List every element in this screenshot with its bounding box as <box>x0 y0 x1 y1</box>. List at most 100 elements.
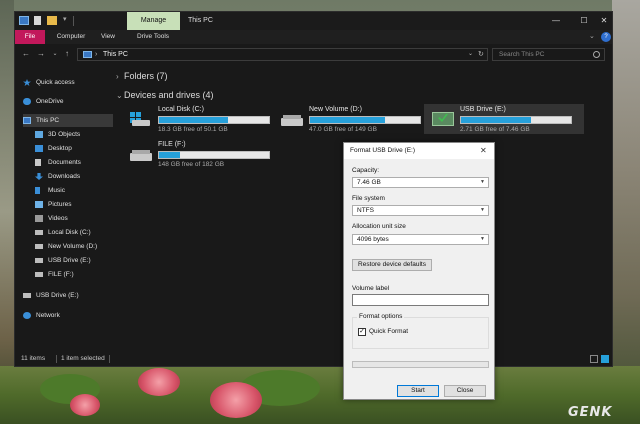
ribbon: File Computer View Drive Tools ⌄ ? <box>15 30 612 44</box>
breadcrumb[interactable]: This PC <box>103 49 128 60</box>
drive-icon <box>35 230 43 235</box>
star-icon <box>23 79 31 86</box>
tab-view[interactable]: View <box>97 30 119 44</box>
search-input[interactable]: Search This PC <box>492 48 605 61</box>
sidebar-item-quick-access[interactable]: Quick access <box>23 76 113 89</box>
tab-computer[interactable]: Computer <box>53 30 89 44</box>
allocation-unit-label: Allocation unit size <box>352 223 406 230</box>
back-arrow-icon[interactable]: ← <box>21 48 31 60</box>
new-folder-icon[interactable] <box>47 16 57 25</box>
drive-tile-d[interactable]: New Volume (D:) 47.0 GB free of 149 GB <box>273 104 423 134</box>
start-button[interactable]: Start <box>397 385 439 397</box>
sidebar-item-label: OneDrive <box>36 98 64 105</box>
sidebar-item-file-f[interactable]: FILE (F:) <box>35 268 113 281</box>
sidebar-item-downloads[interactable]: Downloads <box>35 170 113 183</box>
tab-drive-tools[interactable]: Drive Tools <box>131 30 175 44</box>
quick-format-checkbox[interactable]: ✓ <box>358 328 366 336</box>
window-title: This PC <box>188 17 213 24</box>
allocation-unit-select[interactable]: 4096 bytes ▼ <box>352 234 489 245</box>
forward-arrow-icon[interactable]: → <box>36 48 46 60</box>
file-explorer-window: ▾ Manage This PC — ☐ ✕ File Computer Vie… <box>14 11 613 367</box>
format-options-title: Format options <box>357 313 405 320</box>
close-button[interactable]: Close <box>444 385 486 397</box>
sidebar-item-new-volume-d[interactable]: New Volume (D:) <box>35 240 113 253</box>
drive-tile-e[interactable]: USB Drive (E:) 2.71 GB free of 7.46 GB <box>424 104 584 134</box>
volume-label-field[interactable] <box>352 294 489 306</box>
sidebar-item-music[interactable]: Music <box>35 184 113 197</box>
title-bar: ▾ Manage This PC — ☐ ✕ <box>15 12 612 30</box>
sidebar-item-local-disk-c[interactable]: Local Disk (C:) <box>35 226 113 239</box>
help-icon[interactable]: ? <box>601 32 611 42</box>
drive-tile-c[interactable]: Local Disk (C:) 18.3 GB free of 50.1 GB <box>122 104 272 134</box>
drive-free-space: 47.0 GB free of 149 GB <box>309 126 377 133</box>
minimize-button[interactable]: — <box>542 12 570 30</box>
sidebar-item-pictures[interactable]: Pictures <box>35 198 113 211</box>
sidebar-item-label: Local Disk (C:) <box>48 229 91 236</box>
breadcrumb-chevron-icon[interactable]: › <box>95 49 97 60</box>
tab-file[interactable]: File <box>15 30 45 44</box>
sidebar-item-label: Quick access <box>36 79 75 86</box>
sidebar-item-videos[interactable]: Videos <box>35 212 113 225</box>
sidebar-item-usb-drive-e[interactable]: USB Drive (E:) <box>35 254 113 267</box>
expand-ribbon-icon[interactable]: ⌄ <box>589 32 595 40</box>
drive-usage-fill <box>159 152 180 158</box>
desktop-background-right <box>612 0 640 424</box>
chevron-down-icon[interactable]: ⌄ <box>116 91 123 100</box>
sidebar-item-this-pc[interactable]: This PC <box>23 114 113 127</box>
sidebar-item-label: Pictures <box>48 201 72 208</box>
hard-drive-icon <box>281 112 303 126</box>
format-progress-bar <box>352 361 489 368</box>
drive-name: FILE (F:) <box>158 141 186 148</box>
up-arrow-icon[interactable]: ↑ <box>62 48 72 60</box>
file-system-label: File system <box>352 195 385 202</box>
sidebar-item-label: This PC <box>36 117 60 124</box>
group-header-folders[interactable]: Folders (7) <box>124 71 168 81</box>
close-button[interactable]: ✕ <box>590 12 618 30</box>
quick-format-label[interactable]: Quick Format <box>369 328 408 335</box>
quick-access-toolbar-dropdown[interactable]: ▾ <box>63 15 67 23</box>
properties-icon[interactable] <box>34 16 41 25</box>
chevron-down-icon[interactable]: ⌄ <box>468 49 473 60</box>
chevron-right-icon[interactable]: › <box>116 72 119 81</box>
large-icons-view-icon[interactable] <box>601 355 609 363</box>
sidebar-item-3d-objects[interactable]: 3D Objects <box>35 128 113 141</box>
pictures-icon <box>35 201 43 208</box>
status-bar: 11 items 1 item selected <box>15 352 612 366</box>
usb-drive-icon <box>35 258 43 263</box>
sidebar-item-usb-drive-e-root[interactable]: USB Drive (E:) <box>23 289 113 302</box>
dialog-title-bar: Format USB Drive (E:) ✕ <box>344 143 494 159</box>
drive-name: USB Drive (E:) <box>460 106 506 113</box>
drive-tile-f[interactable]: FILE (F:) 148 GB free of 182 GB <box>122 139 272 169</box>
drive-usage-bar <box>460 116 572 124</box>
volume-label-label: Volume label <box>352 285 390 292</box>
divider <box>73 16 74 26</box>
file-system-select[interactable]: NTFS ▼ <box>352 205 489 216</box>
sidebar-item-onedrive[interactable]: OneDrive <box>23 95 113 108</box>
refresh-icon[interactable]: ↻ <box>478 49 484 60</box>
file-system-value: NTFS <box>357 207 374 214</box>
documents-icon <box>35 159 41 166</box>
address-bar[interactable]: › This PC ⌄ ↻ <box>77 48 488 61</box>
details-view-icon[interactable] <box>590 355 598 363</box>
sidebar-item-desktop[interactable]: Desktop <box>35 142 113 155</box>
drive-name: New Volume (D:) <box>309 106 362 113</box>
close-icon[interactable]: ✕ <box>480 143 487 159</box>
tab-manage[interactable]: Manage <box>127 12 180 30</box>
sidebar-item-documents[interactable]: Documents <box>35 156 113 169</box>
recent-locations-icon[interactable]: ⌄ <box>50 48 60 60</box>
drive-usage-fill <box>461 117 532 123</box>
watermark-logo: GENK <box>568 405 613 420</box>
restore-defaults-button[interactable]: Restore device defaults <box>352 259 432 271</box>
flower <box>210 382 262 418</box>
usb-drive-icon <box>432 112 454 126</box>
desktop-icon <box>35 145 43 152</box>
drive-free-space: 148 GB free of 182 GB <box>158 161 225 168</box>
cloud-icon <box>23 98 31 105</box>
group-header-devices[interactable]: Devices and drives (4) <box>124 90 214 100</box>
capacity-select[interactable]: 7.46 GB ▼ <box>352 177 489 188</box>
sidebar-item-network[interactable]: Network <box>23 309 113 322</box>
format-dialog: Format USB Drive (E:) ✕ Capacity: 7.46 G… <box>343 142 495 400</box>
drive-icon <box>35 272 43 277</box>
videos-icon <box>35 215 43 222</box>
sidebar-item-label: New Volume (D:) <box>48 243 98 250</box>
